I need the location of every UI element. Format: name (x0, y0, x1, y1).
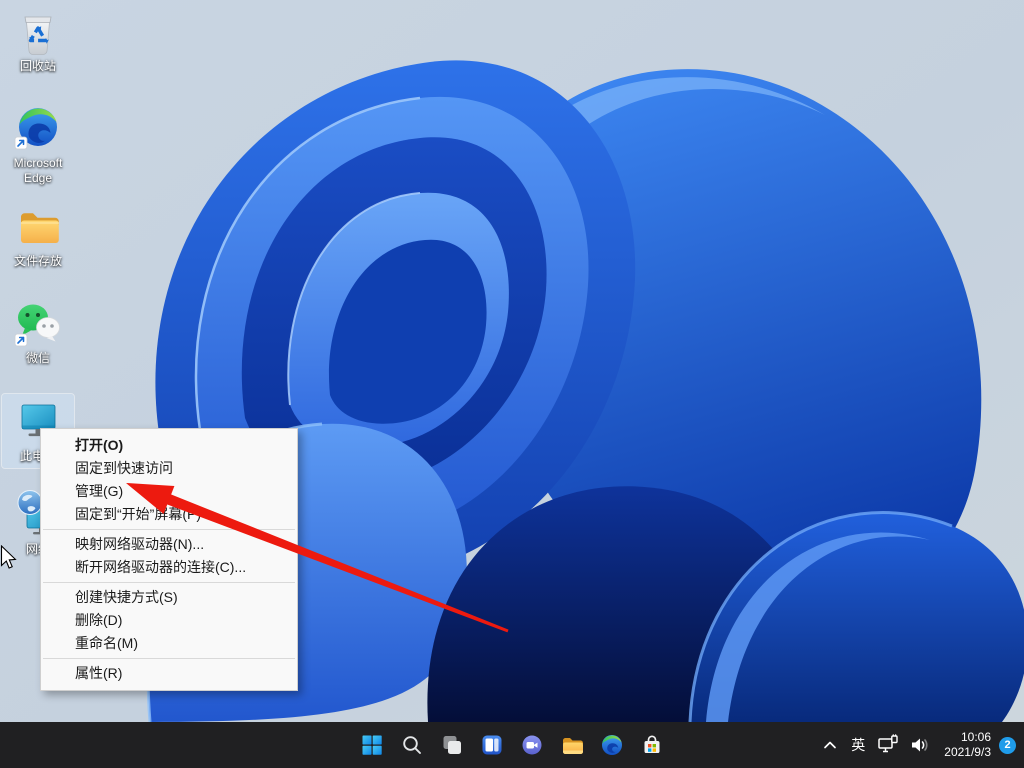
windows-start-icon (360, 733, 384, 757)
mouse-cursor (0, 545, 20, 571)
system-tray: 英 10:06 20 (816, 722, 1020, 768)
menu-item-open[interactable]: 打开(O) (41, 434, 297, 457)
taskbar-center-group (352, 722, 672, 768)
clock-time: 10:06 (944, 730, 991, 745)
task-view-icon (440, 733, 464, 757)
volume-tray-button[interactable] (904, 725, 936, 765)
widgets-icon (480, 733, 504, 757)
icon-label: Microsoft Edge (3, 156, 73, 186)
widgets-button[interactable] (472, 722, 512, 768)
menu-item-properties[interactable]: 属性(R) (41, 662, 297, 685)
edge-taskbar-button[interactable] (592, 722, 632, 768)
windows-11-screen: 回收站 (0, 0, 1024, 768)
store-button[interactable] (632, 722, 672, 768)
desktop[interactable]: 回收站 (0, 0, 1024, 722)
ethernet-network-icon (876, 733, 900, 757)
search-icon (400, 733, 424, 757)
desktop-icon-edge[interactable]: Microsoft Edge (2, 101, 74, 190)
menu-separator (43, 658, 295, 659)
taskbar-clock[interactable]: 10:06 2021/9/3 (936, 730, 999, 760)
store-icon (640, 733, 664, 757)
recycle-bin-icon (14, 6, 62, 58)
search-button[interactable] (392, 722, 432, 768)
desktop-icon-folder[interactable]: 文件存放 (2, 199, 74, 273)
menu-item-delete[interactable]: 删除(D) (41, 609, 297, 632)
icon-label: 回收站 (20, 59, 56, 74)
speaker-icon (908, 733, 932, 757)
menu-separator (43, 529, 295, 530)
folder-icon (14, 201, 62, 253)
context-menu: 打开(O) 固定到快速访问 管理(G) 固定到“开始”屏幕(P) 映射网络驱动器… (40, 428, 298, 691)
menu-item-rename[interactable]: 重命名(M) (41, 632, 297, 655)
notification-badge[interactable]: 2 (999, 737, 1016, 754)
menu-item-create-shortcut[interactable]: 创建快捷方式(S) (41, 586, 297, 609)
shortcut-arrow-badge (15, 137, 27, 149)
edge-icon (14, 103, 62, 155)
taskbar: 英 10:06 20 (0, 722, 1024, 768)
menu-item-pin-quick-access[interactable]: 固定到快速访问 (41, 457, 297, 480)
menu-item-map-network-drive[interactable]: 映射网络驱动器(N)... (41, 533, 297, 556)
chevron-up-icon (820, 735, 840, 755)
network-tray-button[interactable] (872, 725, 904, 765)
menu-item-manage[interactable]: 管理(G) (41, 480, 297, 503)
chat-button[interactable] (512, 722, 552, 768)
ime-indicator[interactable]: 英 (844, 725, 872, 765)
edge-icon (600, 733, 624, 757)
task-view-button[interactable] (432, 722, 472, 768)
menu-separator (43, 582, 295, 583)
chat-icon (520, 733, 544, 757)
file-explorer-button[interactable] (552, 722, 592, 768)
file-explorer-icon (560, 733, 584, 757)
clock-date: 2021/9/3 (944, 745, 991, 760)
desktop-icon-wechat[interactable]: 微信 (2, 296, 74, 370)
menu-item-disconnect-network-drive[interactable]: 断开网络驱动器的连接(C)... (41, 556, 297, 579)
menu-item-pin-to-start[interactable]: 固定到“开始”屏幕(P) (41, 503, 297, 526)
start-button[interactable] (352, 722, 392, 768)
icon-label: 文件存放 (14, 254, 62, 269)
shortcut-arrow-badge (15, 334, 27, 346)
icon-label: 微信 (26, 351, 50, 366)
wechat-icon (14, 298, 62, 350)
desktop-icon-recycle-bin[interactable]: 回收站 (2, 4, 74, 78)
tray-overflow-button[interactable] (816, 725, 844, 765)
